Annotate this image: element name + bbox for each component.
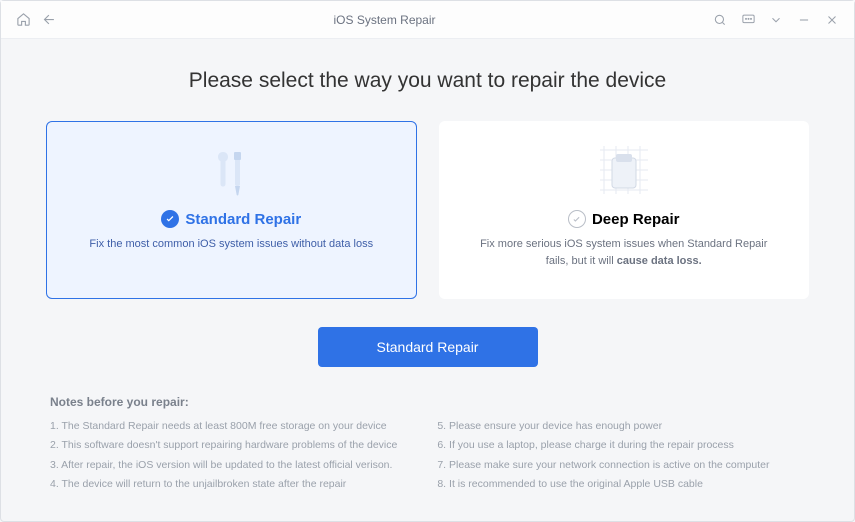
note-item: The device will return to the unjailbrok… bbox=[50, 475, 397, 494]
window-title: iOS System Repair bbox=[57, 13, 712, 27]
standard-repair-title: Standard Repair bbox=[185, 211, 301, 228]
deep-repair-card[interactable]: Deep Repair Fix more serious iOS system … bbox=[439, 121, 810, 299]
notes-section: Notes before you repair: The Standard Re… bbox=[46, 395, 809, 495]
home-icon[interactable] bbox=[15, 12, 31, 28]
notes-left: The Standard Repair needs at least 800M … bbox=[50, 417, 397, 495]
note-item: This software doesn't support repairing … bbox=[50, 436, 397, 455]
search-icon[interactable] bbox=[712, 12, 728, 28]
deep-repair-icon bbox=[594, 142, 654, 202]
minimize-icon[interactable] bbox=[796, 12, 812, 28]
notes-right: Please ensure your device has enough pow… bbox=[437, 417, 769, 495]
standard-repair-button[interactable]: Standard Repair bbox=[318, 327, 538, 367]
check-icon bbox=[568, 210, 586, 228]
close-icon[interactable] bbox=[824, 12, 840, 28]
chevron-down-icon[interactable] bbox=[768, 12, 784, 28]
feedback-icon[interactable] bbox=[740, 12, 756, 28]
back-icon[interactable] bbox=[41, 12, 57, 28]
standard-repair-icon bbox=[209, 142, 253, 202]
note-item: The Standard Repair needs at least 800M … bbox=[50, 417, 397, 436]
note-item: If you use a laptop, please charge it du… bbox=[437, 436, 769, 455]
note-item: After repair, the iOS version will be up… bbox=[50, 456, 397, 475]
standard-repair-desc: Fix the most common iOS system issues wi… bbox=[89, 236, 373, 253]
deep-repair-title: Deep Repair bbox=[592, 211, 680, 228]
page-heading: Please select the way you want to repair… bbox=[46, 69, 809, 93]
deep-repair-desc: Fix more serious iOS system issues when … bbox=[472, 236, 777, 270]
notes-heading: Notes before you repair: bbox=[50, 395, 805, 409]
note-item: It is recommended to use the original Ap… bbox=[437, 475, 769, 494]
note-item: Please ensure your device has enough pow… bbox=[437, 417, 769, 436]
note-item: Please make sure your network connection… bbox=[437, 456, 769, 475]
check-icon bbox=[161, 210, 179, 228]
titlebar: iOS System Repair bbox=[1, 1, 854, 39]
standard-repair-card[interactable]: Standard Repair Fix the most common iOS … bbox=[46, 121, 417, 299]
